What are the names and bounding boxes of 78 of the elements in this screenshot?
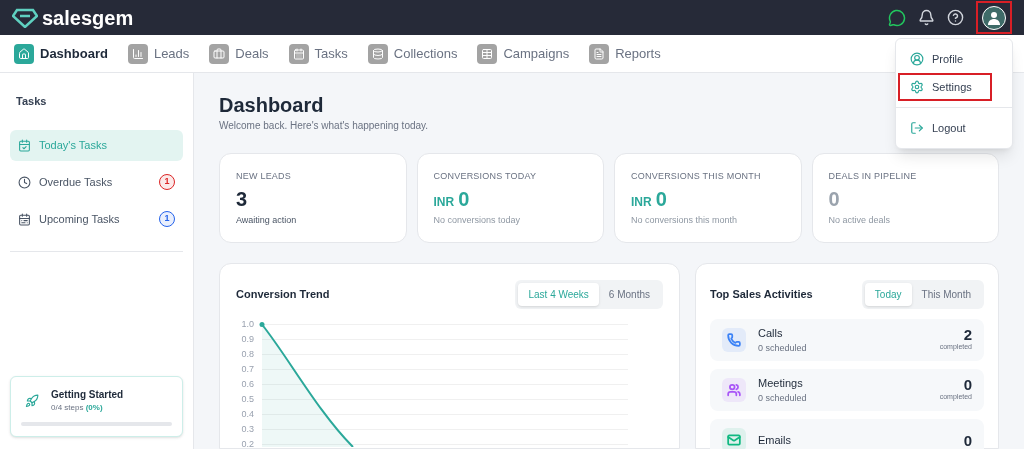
- document-icon: [593, 47, 606, 60]
- axis-tick-label: 0.8: [241, 348, 254, 361]
- calendar-icon: [292, 47, 305, 60]
- briefcase-icon: [213, 47, 226, 60]
- avatar-button[interactable]: [976, 1, 1012, 34]
- period-tab[interactable]: Last 4 Weeks: [518, 283, 599, 306]
- stat-note: No active deals: [828, 213, 892, 227]
- nav-tab[interactable]: Dashboard: [14, 43, 108, 64]
- menu-item[interactable]: Profile: [898, 45, 1010, 73]
- menu-item[interactable]: Settings: [898, 73, 992, 101]
- bar-chart-icon: [131, 47, 144, 60]
- nav-tab[interactable]: Collections: [367, 43, 458, 64]
- nav-tab[interactable]: Campaigns: [477, 43, 570, 64]
- activity-name: Meetings: [758, 376, 804, 391]
- database-icon: [371, 47, 384, 60]
- scheduled-count: 0 scheduled: [758, 341, 808, 355]
- stat-note: No conversions today: [433, 213, 522, 227]
- activity-name: Emails: [758, 432, 792, 448]
- settings-icon: [910, 80, 924, 94]
- axis-tick-label: 0.9: [241, 333, 254, 346]
- nav-tab[interactable]: Deals: [209, 43, 269, 64]
- period-tab[interactable]: This Month: [911, 283, 981, 306]
- page-subtitle: Welcome back. Here's what's happening today.: [219, 119, 429, 133]
- axis-tick-label: 0.4: [241, 408, 254, 421]
- sidebar-title: Tasks: [15, 94, 48, 109]
- logout-icon: [910, 121, 924, 135]
- nav-tab[interactable]: Reports: [589, 43, 661, 64]
- activity-name: Calls: [758, 326, 784, 341]
- card-title: Getting Started: [51, 388, 124, 402]
- home-icon: [18, 47, 30, 60]
- help-icon[interactable]: [947, 9, 964, 26]
- chat-icon[interactable]: [888, 8, 906, 27]
- table-icon: [481, 47, 494, 60]
- stat-value: 0: [458, 186, 470, 212]
- calendar-icon: [18, 212, 31, 226]
- panel-title: Top Sales Activities: [710, 287, 813, 303]
- completed-count: 2: [963, 327, 972, 343]
- gem-logo-icon: [12, 7, 38, 28]
- calendar-check-icon: [18, 138, 31, 152]
- axis-tick-label: 1.0: [241, 318, 254, 331]
- completed-count: 0: [963, 432, 972, 448]
- stat-note: Awaiting action: [236, 213, 298, 227]
- panel-title: Conversion Trend: [236, 287, 330, 303]
- sidebar-item[interactable]: Upcoming Tasks 1: [10, 203, 183, 235]
- axis-tick-label: 0.2: [241, 438, 254, 449]
- stat-label: NEW LEADS: [236, 170, 293, 183]
- brand-name: salesgem: [42, 5, 134, 31]
- menu-item[interactable]: Logout: [898, 114, 1010, 142]
- currency-label: INR: [433, 193, 455, 211]
- currency-label: INR: [631, 193, 652, 211]
- nav-tab[interactable]: Leads: [127, 43, 190, 64]
- scheduled-count: 0 scheduled: [758, 391, 808, 405]
- stat-note: No conversions this month: [631, 213, 739, 227]
- stat-label: CONVERSIONS TODAY: [433, 170, 538, 183]
- axis-tick-label: 0.7: [241, 363, 254, 376]
- steps-progress-text: 0/4 steps (0%): [51, 402, 104, 414]
- axis-tick-label: 0.6: [241, 378, 254, 391]
- user-icon: [910, 52, 924, 66]
- sidebar-item[interactable]: Overdue Tasks 1: [10, 166, 183, 198]
- nav-tab[interactable]: Tasks: [288, 43, 348, 64]
- completed-count: 0: [963, 377, 972, 393]
- stat-value: 3: [236, 186, 248, 212]
- notification-icon[interactable]: [918, 9, 935, 26]
- period-tab[interactable]: 6 Months: [598, 283, 660, 306]
- sidebar-item[interactable]: Today's Tasks: [10, 129, 183, 161]
- clock-icon: [18, 175, 31, 189]
- stat-label: CONVERSIONS THIS MONTH: [631, 170, 762, 183]
- stat-value: 0: [828, 186, 840, 212]
- user-silhouette-icon: [986, 9, 1002, 26]
- stat-value: 0: [655, 186, 667, 212]
- axis-tick-label: 0.5: [241, 393, 254, 406]
- stat-label: DEALS IN PIPELINE: [828, 170, 918, 183]
- axis-tick-label: 0.3: [241, 423, 254, 436]
- count-badge: 1: [159, 174, 175, 190]
- page-title: Dashboard: [219, 93, 325, 118]
- period-tab[interactable]: Today: [864, 283, 912, 306]
- count-badge: 1: [159, 211, 175, 227]
- rocket-icon: [25, 393, 39, 408]
